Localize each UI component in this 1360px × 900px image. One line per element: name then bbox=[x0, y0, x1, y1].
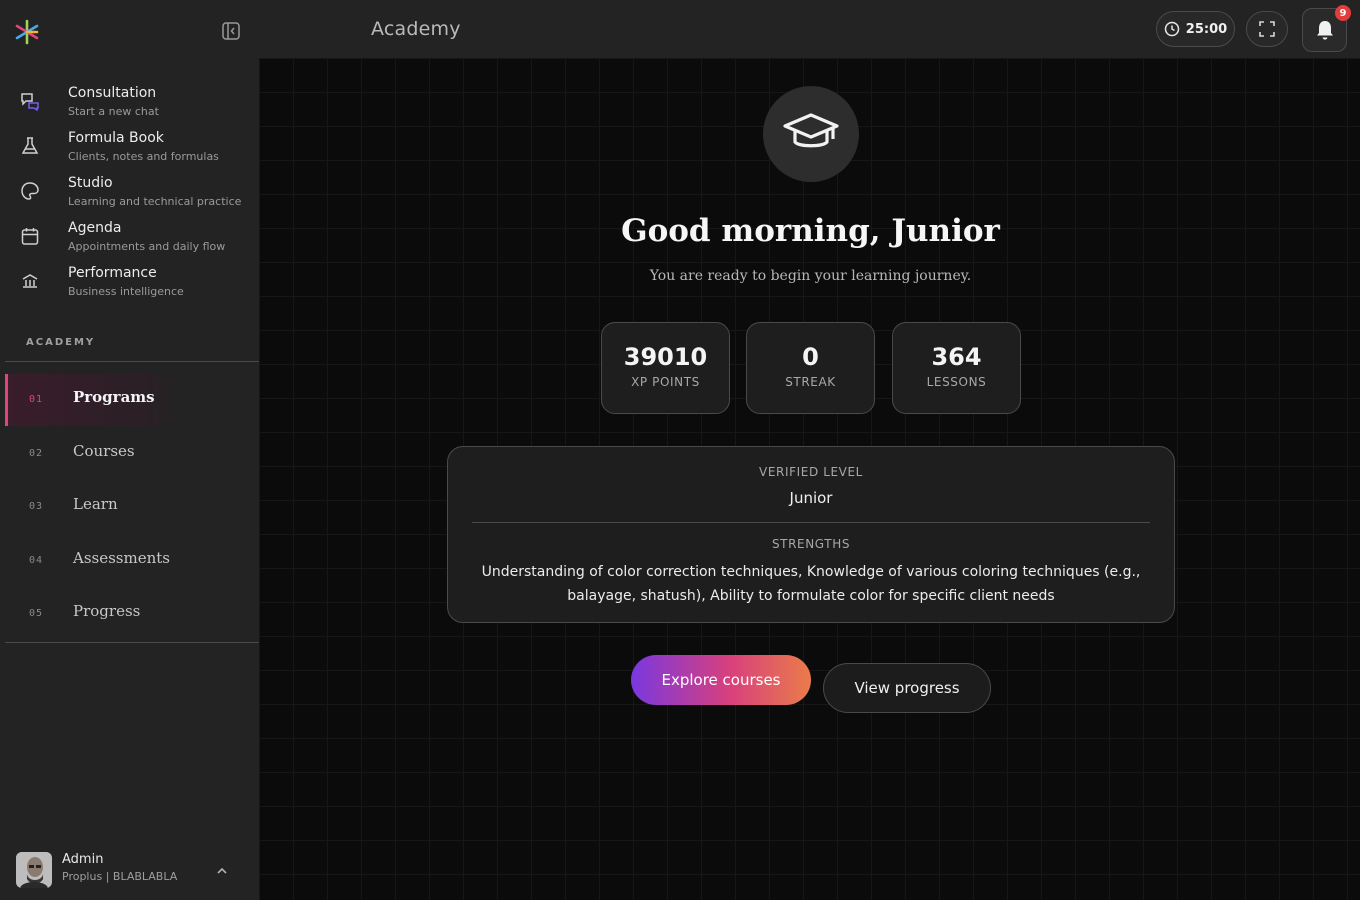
academy-item-programs[interactable]: 01 Programs bbox=[5, 374, 259, 426]
sidebar-item-agenda[interactable]: Agenda Appointments and daily flow bbox=[0, 220, 259, 264]
stat-value: 39010 bbox=[623, 343, 708, 371]
academy-item-number: 02 bbox=[29, 448, 44, 459]
sidebar-item-sublabel: Appointments and daily flow bbox=[68, 240, 226, 253]
sidebar-item-label: Studio bbox=[68, 175, 113, 191]
sidebar-divider bbox=[5, 361, 259, 362]
verified-level-value: Junior bbox=[789, 489, 833, 507]
greeting-heading: Good morning, Junior bbox=[621, 213, 1000, 249]
sidebar-item-sublabel: Clients, notes and formulas bbox=[68, 150, 219, 163]
academy-item-number: 03 bbox=[29, 501, 44, 512]
stat-label: LESSONS bbox=[926, 375, 987, 389]
card-divider bbox=[472, 522, 1150, 523]
avatar bbox=[16, 852, 52, 888]
timer-value: 25:00 bbox=[1185, 21, 1228, 37]
sidebar-item-label: Performance bbox=[68, 265, 157, 281]
page-title: Academy bbox=[371, 18, 461, 40]
view-progress-button[interactable]: View progress bbox=[823, 663, 991, 713]
brand-logo-icon[interactable] bbox=[13, 18, 41, 46]
flask-icon bbox=[20, 136, 40, 156]
fullscreen-icon bbox=[1259, 21, 1275, 37]
sidebar-item-label: Consultation bbox=[68, 85, 157, 101]
academy-item-label: Programs bbox=[73, 388, 155, 406]
sidebar-divider bbox=[5, 642, 259, 643]
stat-value: 0 bbox=[802, 343, 819, 371]
academy-item-learn[interactable]: 03 Learn bbox=[5, 481, 259, 533]
academy-item-assessments[interactable]: 04 Assessments bbox=[5, 535, 259, 587]
bell-icon bbox=[1316, 21, 1333, 40]
sidebar-item-label: Agenda bbox=[68, 220, 122, 236]
stat-card-xp: 39010 XP POINTS bbox=[601, 322, 730, 414]
notification-badge: 9 bbox=[1335, 5, 1351, 21]
academy-item-number: 04 bbox=[29, 555, 44, 566]
section-label-academy: ACADEMY bbox=[26, 337, 96, 348]
calendar-icon bbox=[20, 226, 40, 246]
sidebar-item-performance[interactable]: Performance Business intelligence bbox=[0, 265, 259, 309]
verified-level-label: VERIFIED LEVEL bbox=[759, 465, 863, 479]
sidebar-item-sublabel: Start a new chat bbox=[68, 105, 159, 118]
stat-card-lessons: 364 LESSONS bbox=[892, 322, 1021, 414]
chat-bubbles-icon bbox=[20, 91, 40, 112]
user-menu[interactable]: Admin Proplus | BLABLABLA bbox=[16, 850, 246, 890]
main-content: Good morning, Junior You are ready to be… bbox=[259, 58, 1360, 900]
clock-icon bbox=[1164, 21, 1180, 37]
notifications-button[interactable]: 9 bbox=[1302, 5, 1351, 52]
graduation-cap-icon bbox=[783, 113, 839, 148]
stat-card-streak: 0 STREAK bbox=[746, 322, 875, 414]
sidebar-item-studio[interactable]: Studio Learning and technical practice bbox=[0, 175, 259, 219]
level-card: VERIFIED LEVEL Junior STRENGTHS Understa… bbox=[447, 446, 1175, 623]
timer-button[interactable]: 25:00 bbox=[1156, 11, 1235, 47]
academy-item-label: Progress bbox=[73, 602, 141, 620]
sidebar-item-sublabel: Learning and technical practice bbox=[68, 195, 242, 208]
sidebar-item-consultation[interactable]: Consultation Start a new chat bbox=[0, 85, 259, 129]
user-name: Admin bbox=[62, 852, 104, 867]
academy-item-label: Learn bbox=[73, 495, 118, 513]
academy-item-number: 05 bbox=[29, 608, 44, 619]
sidebar: Consultation Start a new chat Formula Bo… bbox=[0, 58, 259, 900]
bank-icon bbox=[20, 271, 40, 291]
top-bar: Academy 25:00 9 bbox=[0, 0, 1360, 58]
stat-value: 364 bbox=[931, 343, 982, 371]
chevron-up-icon[interactable] bbox=[216, 862, 228, 874]
stat-label: STREAK bbox=[785, 375, 836, 389]
fullscreen-button[interactable] bbox=[1246, 11, 1288, 47]
strengths-label: STRENGTHS bbox=[771, 537, 851, 551]
strengths-text: Understanding of color correction techni… bbox=[481, 564, 1141, 604]
sidebar-item-label: Formula Book bbox=[68, 130, 164, 146]
academy-item-label: Courses bbox=[73, 442, 135, 460]
sidebar-item-formula-book[interactable]: Formula Book Clients, notes and formulas bbox=[0, 130, 259, 174]
academy-item-courses[interactable]: 02 Courses bbox=[5, 428, 259, 480]
academy-item-label: Assessments bbox=[73, 549, 170, 567]
graduation-cap-badge bbox=[763, 86, 859, 182]
palette-icon bbox=[20, 181, 40, 201]
stat-label: XP POINTS bbox=[631, 375, 700, 389]
collapse-sidebar-icon[interactable] bbox=[220, 20, 242, 42]
sidebar-item-sublabel: Business intelligence bbox=[68, 285, 184, 298]
academy-item-progress[interactable]: 05 Progress bbox=[5, 588, 259, 640]
explore-courses-button[interactable]: Explore courses bbox=[631, 655, 811, 705]
user-role: Proplus | BLABLABLA bbox=[62, 870, 178, 883]
academy-item-number: 01 bbox=[29, 394, 44, 405]
greeting-subtitle: You are ready to begin your learning jou… bbox=[649, 268, 972, 284]
